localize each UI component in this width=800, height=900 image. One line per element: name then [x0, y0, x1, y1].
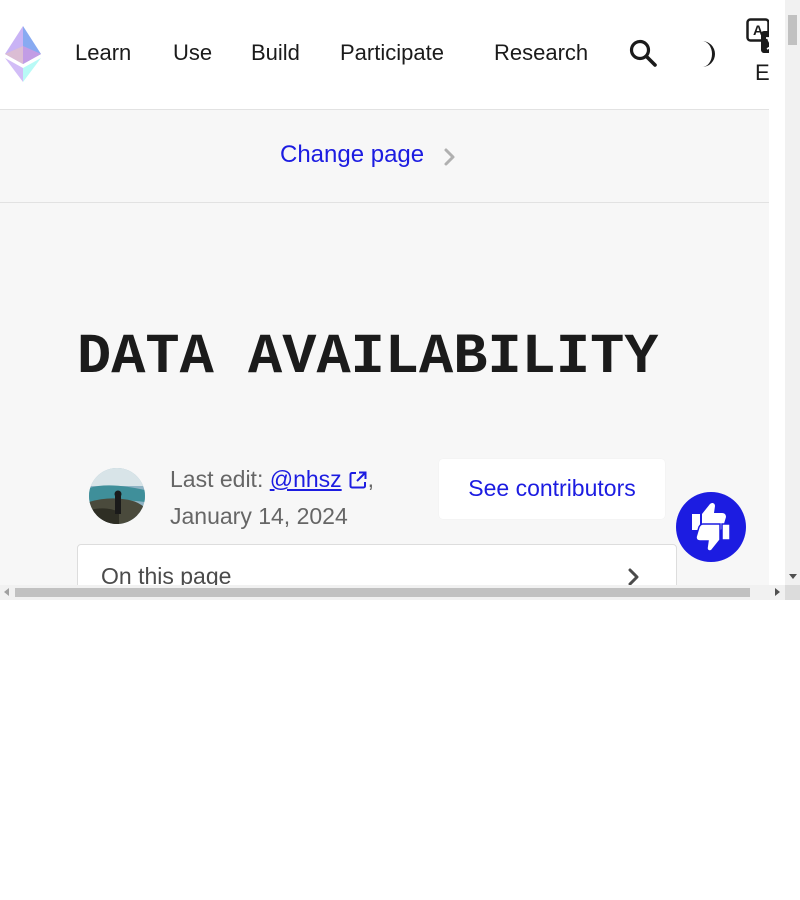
external-link-icon — [349, 471, 367, 489]
vertical-scrollbar[interactable] — [785, 0, 800, 585]
vertical-scrollbar-thumb[interactable] — [788, 15, 797, 45]
thumbs-up-down-icon — [692, 502, 731, 552]
scroll-down-arrow-icon[interactable] — [789, 574, 797, 579]
nav-use[interactable]: Use — [173, 40, 212, 66]
nav-build[interactable]: Build — [251, 40, 300, 66]
page-title: DATA AVAILABILITY — [77, 326, 659, 390]
change-page-bar: Change page — [0, 110, 769, 203]
language-label: EN — [755, 60, 769, 85]
last-edit-info: Last edit: @nhsz , January 14, 2024 — [170, 461, 374, 535]
top-navigation: Learn Use Build Participate Research A E… — [0, 0, 769, 110]
ethereum-logo[interactable] — [5, 26, 41, 82]
dark-mode-toggle-icon[interactable] — [690, 38, 720, 70]
nav-participate[interactable]: Participate — [340, 40, 444, 66]
horizontal-scrollbar-thumb[interactable] — [15, 588, 750, 597]
feedback-button[interactable] — [676, 492, 746, 562]
page-content: Learn Use Build Participate Research A E… — [0, 0, 769, 585]
author-avatar — [89, 468, 145, 524]
horizontal-scrollbar[interactable] — [0, 585, 785, 600]
chevron-right-icon — [628, 568, 639, 585]
on-this-page-label: On this page — [101, 563, 232, 585]
nav-research[interactable]: Research — [494, 40, 588, 66]
change-page-link[interactable]: Change page — [280, 141, 424, 169]
language-picker-button[interactable]: A EN — [744, 18, 769, 90]
on-this-page-dropdown[interactable]: On this page — [77, 544, 677, 585]
chevron-right-icon — [444, 148, 455, 166]
scrollbar-gutter — [769, 0, 785, 585]
last-edit-prefix: Last edit: — [170, 466, 270, 492]
translate-icon: A — [746, 18, 769, 53]
search-icon[interactable] — [628, 38, 660, 70]
browser-viewport: Learn Use Build Participate Research A E… — [0, 0, 800, 600]
scroll-right-arrow-icon[interactable] — [775, 588, 780, 596]
author-link[interactable]: @nhsz — [270, 466, 342, 492]
last-edit-date: January 14, 2024 — [170, 503, 348, 529]
scrollbar-corner — [785, 585, 800, 600]
scroll-left-arrow-icon[interactable] — [4, 588, 9, 596]
nav-learn[interactable]: Learn — [75, 40, 131, 66]
see-contributors-button[interactable]: See contributors — [439, 459, 665, 519]
